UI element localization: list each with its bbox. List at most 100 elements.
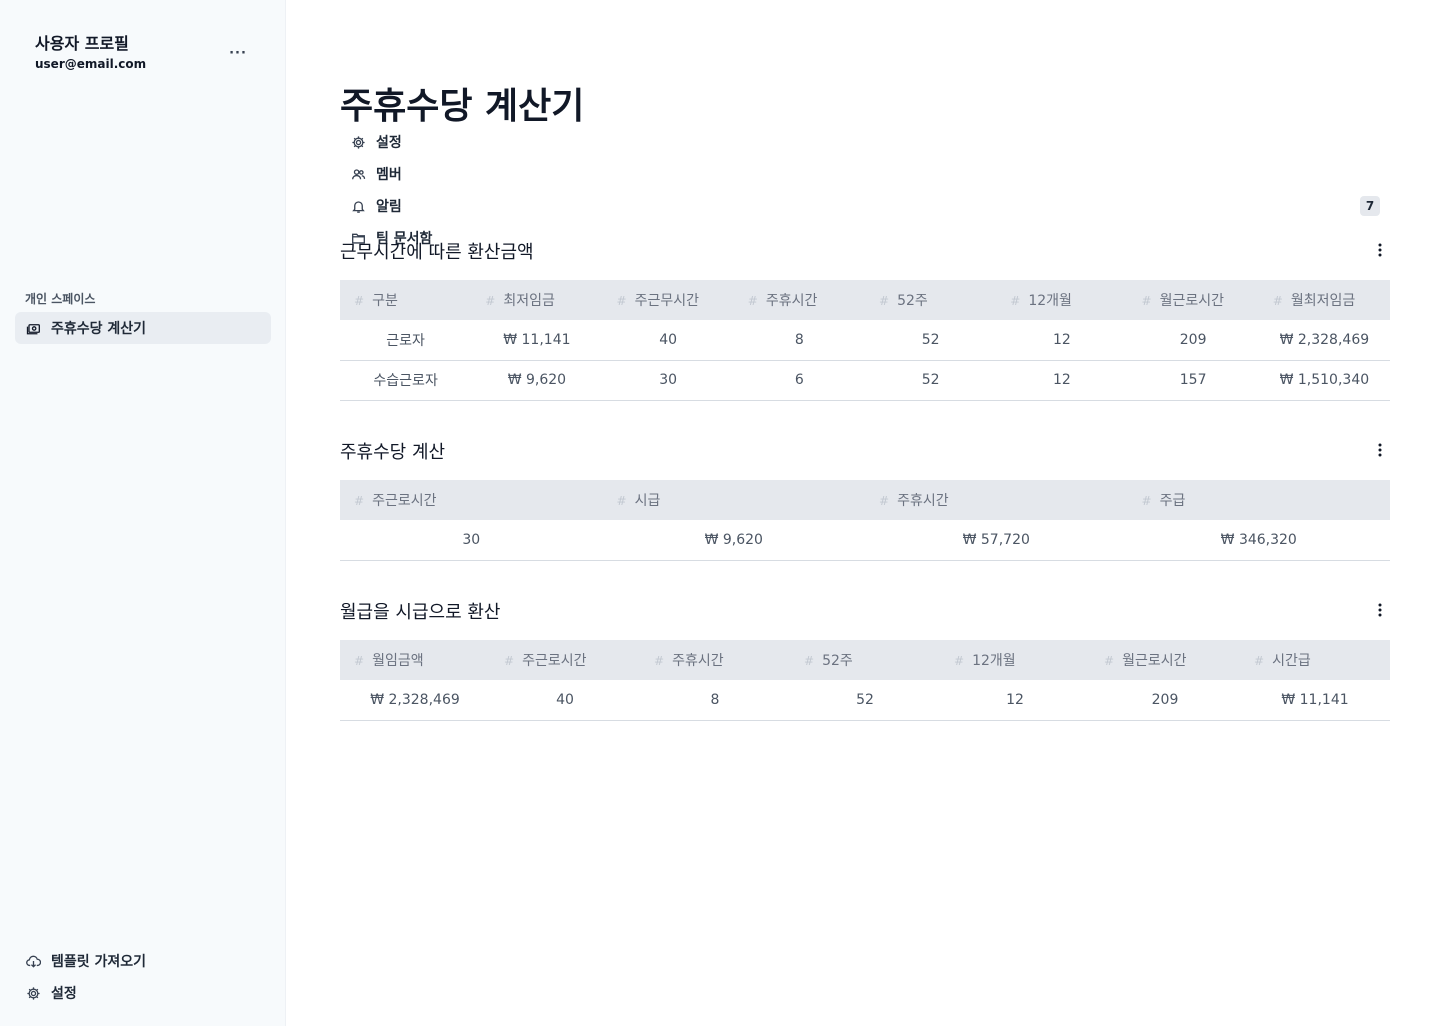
table-cell[interactable]: 12 xyxy=(996,320,1128,361)
column-header[interactable]: # 주휴시간 xyxy=(733,280,865,320)
sidebar-item-label: 주휴수당 계산기 xyxy=(51,321,147,337)
column-header[interactable]: # 월근로시간 xyxy=(1127,280,1259,320)
table-cell[interactable]: 40 xyxy=(490,680,640,721)
table-cell[interactable]: ₩ 1,510,340 xyxy=(1258,360,1390,401)
table-cell[interactable]: ₩ 346,320 xyxy=(1127,520,1390,561)
table-cell[interactable]: 근로자 xyxy=(340,320,472,361)
personal-space-nav: 주휴수당 계산기 xyxy=(15,312,271,344)
sidebar-item-label: 알림 xyxy=(376,199,402,215)
table-cell[interactable]: 12 xyxy=(996,360,1128,401)
table-cell[interactable]: ₩ 11,141 xyxy=(471,320,603,361)
table-cell[interactable]: 30 xyxy=(340,520,603,561)
table-cell[interactable]: ₩ 9,620 xyxy=(471,360,603,401)
column-header[interactable]: # 최저임금 xyxy=(471,280,603,320)
number-type-icon: # xyxy=(354,294,365,308)
table-header-row: # 월임금액 # 주근로시간 # 주휴시간 #52주 #12개월 # 월근로시간 # 시간… xyxy=(340,640,1390,680)
notification-count-badge: 7 xyxy=(1360,196,1380,216)
column-header[interactable]: # 주근로시간 xyxy=(490,640,640,680)
column-header[interactable]: # 주급 xyxy=(1127,480,1390,520)
table-title: 주휴수당 계산 xyxy=(340,442,446,463)
number-type-icon: # xyxy=(504,654,515,668)
column-header[interactable]: # 주휴시간 xyxy=(865,480,1128,520)
more-vertical-icon[interactable] xyxy=(1372,240,1388,260)
cloud-download-icon xyxy=(25,953,41,969)
column-header[interactable]: #52주 xyxy=(865,280,997,320)
bell-icon xyxy=(350,198,366,214)
column-header[interactable]: #52주 xyxy=(790,640,940,680)
table-cell[interactable]: 52 xyxy=(790,680,940,721)
column-header[interactable]: # 주휴시간 xyxy=(640,640,790,680)
table-cell[interactable]: 6 xyxy=(733,360,865,401)
column-header[interactable]: #12개월 xyxy=(940,640,1090,680)
sidebar-item-members[interactable]: 멤버 xyxy=(340,158,1390,190)
sidebar: 사용자 프로필 user@email.com ··· 설정 멤버 알림 7 팀 … xyxy=(0,0,1380,1026)
table-cell[interactable]: ₩ 2,328,469 xyxy=(340,680,490,721)
number-type-icon: # xyxy=(616,494,627,508)
table-title: 월급을 시급으로 환산 xyxy=(340,602,501,623)
table-cell[interactable]: ₩ 57,720 xyxy=(865,520,1128,561)
sidebar-item-settings[interactable]: 설정 xyxy=(340,126,1390,158)
sidebar-item-label: 설정 xyxy=(51,986,77,1002)
table-cell[interactable]: ₩ 2,328,469 xyxy=(1258,320,1390,361)
section-label-personal-space: 개인 스페이스 xyxy=(25,292,96,306)
table-header-row: # 주근로시간 # 시급 # 주휴시간 # 주급 xyxy=(340,480,1390,520)
table-cell[interactable]: ₩ 11,141 xyxy=(1240,680,1390,721)
column-header[interactable]: # 월임금액 xyxy=(340,640,490,680)
sidebar-item-label: 템플릿 가져오기 xyxy=(51,954,147,970)
table-cell[interactable]: 209 xyxy=(1090,680,1240,721)
column-header[interactable]: # 주근로시간 xyxy=(340,480,603,520)
user-profile[interactable]: 사용자 프로필 user@email.com xyxy=(35,34,146,72)
column-header[interactable]: # 시간급 xyxy=(1240,640,1390,680)
data-table: # 주근로시간 # 시급 # 주휴시간 # 주급 30 ₩ 9,620 ₩ 57,720… xyxy=(340,480,1390,561)
gear-icon xyxy=(350,134,366,150)
number-type-icon: # xyxy=(747,294,758,308)
table-cell[interactable]: 8 xyxy=(733,320,865,361)
bottom-nav: 템플릿 가져오기 설정 xyxy=(15,945,271,1009)
table-header-row: # 구분 # 최저임금 # 주근무시간 # 주휴시간 #52주 #12개월 # 월근로시간… xyxy=(340,280,1390,320)
users-icon xyxy=(350,166,366,182)
column-header[interactable]: #12개월 xyxy=(996,280,1128,320)
table-cell[interactable]: 52 xyxy=(865,360,997,401)
table-cell[interactable]: 8 xyxy=(640,680,790,721)
sidebar-item-import-template[interactable]: 템플릿 가져오기 xyxy=(15,945,271,977)
table-cell[interactable]: ₩ 9,620 xyxy=(602,520,865,561)
number-type-icon: # xyxy=(354,654,365,668)
money-icon xyxy=(25,320,41,336)
number-type-icon: # xyxy=(616,294,627,308)
table-row: 30 ₩ 9,620 ₩ 57,720 ₩ 346,320 xyxy=(340,520,1390,561)
table-cell[interactable]: 52 xyxy=(865,320,997,361)
table-cell[interactable]: 수습근로자 xyxy=(340,360,472,401)
number-type-icon: # xyxy=(804,654,815,668)
column-header[interactable]: # 구분 xyxy=(340,280,472,320)
table-cell[interactable]: 40 xyxy=(602,320,734,361)
number-type-icon: # xyxy=(654,654,665,668)
table-row: 수습근로자 ₩ 9,620 30 6 52 12 157 ₩ 1,510,340 xyxy=(340,360,1390,401)
sidebar-item-settings-bottom[interactable]: 설정 xyxy=(15,977,271,1009)
table-title: 근무시간에 따른 환산금액 xyxy=(340,242,534,263)
page-title: 주휴수당 계산기 xyxy=(340,86,585,127)
column-header[interactable]: # 시급 xyxy=(602,480,865,520)
more-vertical-icon[interactable] xyxy=(1372,440,1388,460)
table-row: ₩ 2,328,469 40 8 52 12 209 ₩ 11,141 xyxy=(340,680,1390,721)
number-type-icon: # xyxy=(879,294,890,308)
number-type-icon: # xyxy=(1254,654,1265,668)
number-type-icon: # xyxy=(485,294,496,308)
sidebar-item-holiday-pay-calculator[interactable]: 주휴수당 계산기 xyxy=(15,312,271,344)
number-type-icon: # xyxy=(354,494,365,508)
table-cell[interactable]: 12 xyxy=(940,680,1090,721)
table-cell[interactable]: 30 xyxy=(602,360,734,401)
column-header[interactable]: # 월근로시간 xyxy=(1090,640,1240,680)
number-type-icon: # xyxy=(1272,294,1283,308)
table-cell[interactable]: 157 xyxy=(1127,360,1259,401)
number-type-icon: # xyxy=(1010,294,1021,308)
number-type-icon: # xyxy=(1141,294,1152,308)
sidebar-item-label: 멤버 xyxy=(376,167,402,183)
sidebar-item-notifications[interactable]: 알림 7 xyxy=(340,190,1390,222)
number-type-icon: # xyxy=(879,494,890,508)
more-options-icon[interactable]: ··· xyxy=(228,44,248,64)
table-cell[interactable]: 209 xyxy=(1127,320,1259,361)
more-vertical-icon[interactable] xyxy=(1372,600,1388,620)
data-table: # 구분 # 최저임금 # 주근무시간 # 주휴시간 #52주 #12개월 # 월근로시간… xyxy=(340,280,1390,401)
column-header[interactable]: # 주근무시간 xyxy=(602,280,734,320)
column-header[interactable]: # 월최저임금 xyxy=(1258,280,1390,320)
